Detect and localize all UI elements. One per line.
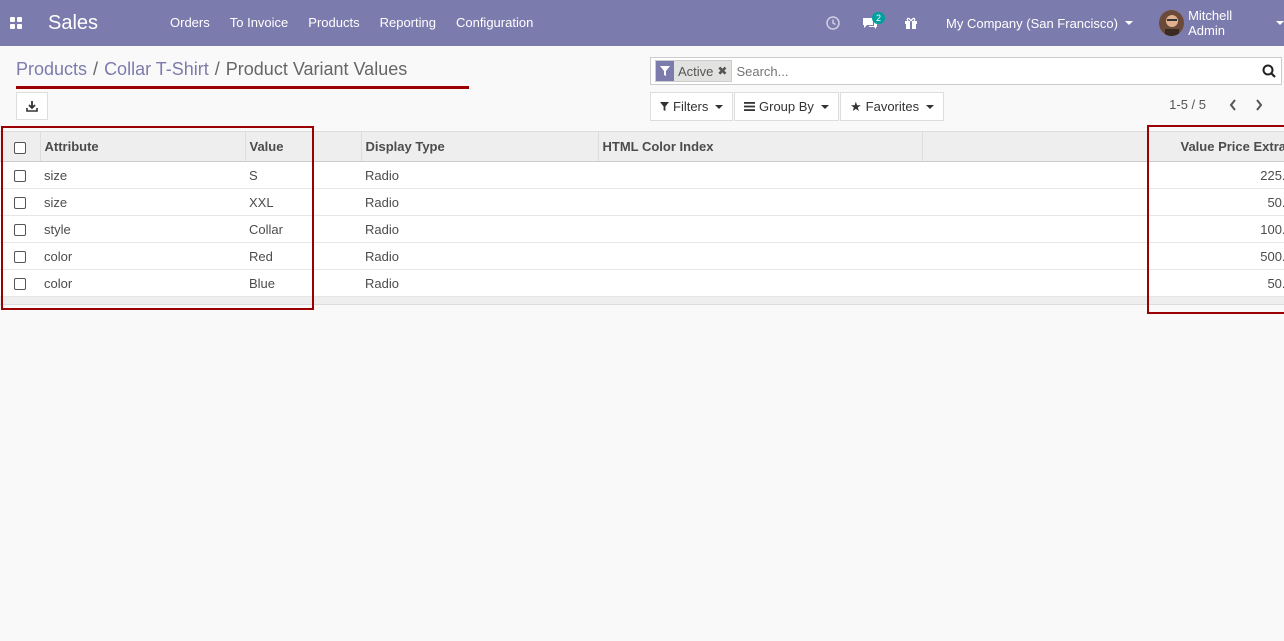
pager-value[interactable]: 1-5 / 5	[1169, 97, 1206, 112]
search-bar: Active ✖	[650, 57, 1282, 85]
cell-color-index	[598, 188, 922, 216]
filters-label: Filters	[673, 99, 709, 114]
activity-clock-icon[interactable]	[814, 0, 852, 46]
group-by-button[interactable]: Group By	[734, 92, 839, 121]
app-name[interactable]: Sales	[48, 12, 160, 35]
search-options: Filters Group By ★ Favorites	[650, 92, 945, 121]
avatar	[1159, 10, 1185, 36]
column-html-color-index[interactable]: HTML Color Index	[597, 131, 922, 162]
cell-display-type: Radio	[361, 269, 598, 297]
apps-menu-icon[interactable]	[0, 0, 32, 46]
column-blank	[921, 131, 1150, 162]
cell-display-type: Radio	[361, 215, 598, 243]
star-icon: ★	[850, 98, 862, 114]
export-button[interactable]	[16, 92, 48, 120]
chevron-down-icon	[1276, 21, 1284, 25]
breadcrumb-products[interactable]: Products	[16, 59, 87, 80]
menu-item-reporting[interactable]: Reporting	[370, 0, 446, 46]
breadcrumb-collar-tshirt[interactable]: Collar T-Shirt	[104, 59, 209, 80]
pager: 1-5 / 5	[1169, 97, 1272, 112]
gift-icon[interactable]	[892, 0, 932, 46]
cell-display-type: Radio	[361, 242, 598, 270]
cell-blank	[922, 215, 1150, 243]
cell-color-index	[598, 242, 922, 270]
cell-color-index	[598, 161, 922, 189]
chevron-down-icon	[926, 104, 935, 109]
cell-display-type: Radio	[361, 161, 598, 189]
main-menu: Orders To Invoice Products Reporting Con…	[160, 0, 543, 46]
chevron-down-icon	[820, 104, 829, 109]
menu-item-to-invoice[interactable]: To Invoice	[220, 0, 299, 46]
group-by-label: Group By	[759, 99, 814, 114]
chevron-down-icon	[715, 104, 724, 109]
menu-item-products[interactable]: Products	[298, 0, 369, 46]
cell-blank	[922, 242, 1150, 270]
chevron-down-icon	[1125, 21, 1133, 25]
breadcrumb: Products / Collar T-Shirt / Product Vari…	[16, 59, 407, 80]
navbar-systray: 2 My Company (San Francisco) Mitchell Ad…	[814, 0, 1284, 46]
filters-button[interactable]: Filters	[650, 92, 733, 121]
company-name: My Company (San Francisco)	[946, 15, 1118, 31]
download-icon	[26, 101, 38, 112]
highlight-box-attribute-value	[1, 126, 314, 310]
facet-label: Active	[678, 63, 714, 79]
search-icon[interactable]	[1257, 64, 1281, 78]
filter-icon	[660, 102, 669, 111]
messages-count-badge: 2	[872, 12, 886, 24]
search-input[interactable]	[732, 59, 1257, 83]
cell-blank	[922, 161, 1150, 189]
favorites-label: Favorites	[865, 99, 920, 114]
favorites-button[interactable]: ★ Favorites	[840, 92, 944, 121]
chevron-right-icon[interactable]	[1246, 98, 1272, 111]
column-display-type[interactable]: Display Type	[360, 131, 598, 162]
company-switcher[interactable]: My Company (San Francisco)	[932, 0, 1149, 46]
breadcrumb-separator: /	[214, 59, 220, 79]
active-filter-facet[interactable]: Active ✖	[655, 60, 733, 82]
close-icon[interactable]: ✖	[717, 64, 731, 78]
breadcrumb-separator: /	[93, 59, 99, 79]
page-title: Product Variant Values	[225, 59, 408, 79]
highlight-box-price-extra	[1147, 125, 1284, 314]
filter-icon	[656, 61, 674, 81]
messaging-icon[interactable]: 2	[852, 0, 892, 46]
list-icon	[744, 102, 755, 111]
cell-blank	[922, 269, 1150, 297]
menu-item-configuration[interactable]: Configuration	[446, 0, 543, 46]
cell-display-type: Radio	[361, 188, 598, 216]
user-menu[interactable]: Mitchell Admin	[1149, 0, 1284, 46]
top-navbar: Sales Orders To Invoice Products Reporti…	[0, 0, 1284, 46]
cell-blank	[922, 188, 1150, 216]
user-name: Mitchell Admin	[1188, 8, 1233, 38]
menu-item-orders[interactable]: Orders	[160, 0, 220, 46]
cell-color-index	[598, 269, 922, 297]
cell-color-index	[598, 215, 922, 243]
chevron-left-icon[interactable]	[1220, 98, 1246, 111]
highlight-underline	[16, 86, 469, 89]
